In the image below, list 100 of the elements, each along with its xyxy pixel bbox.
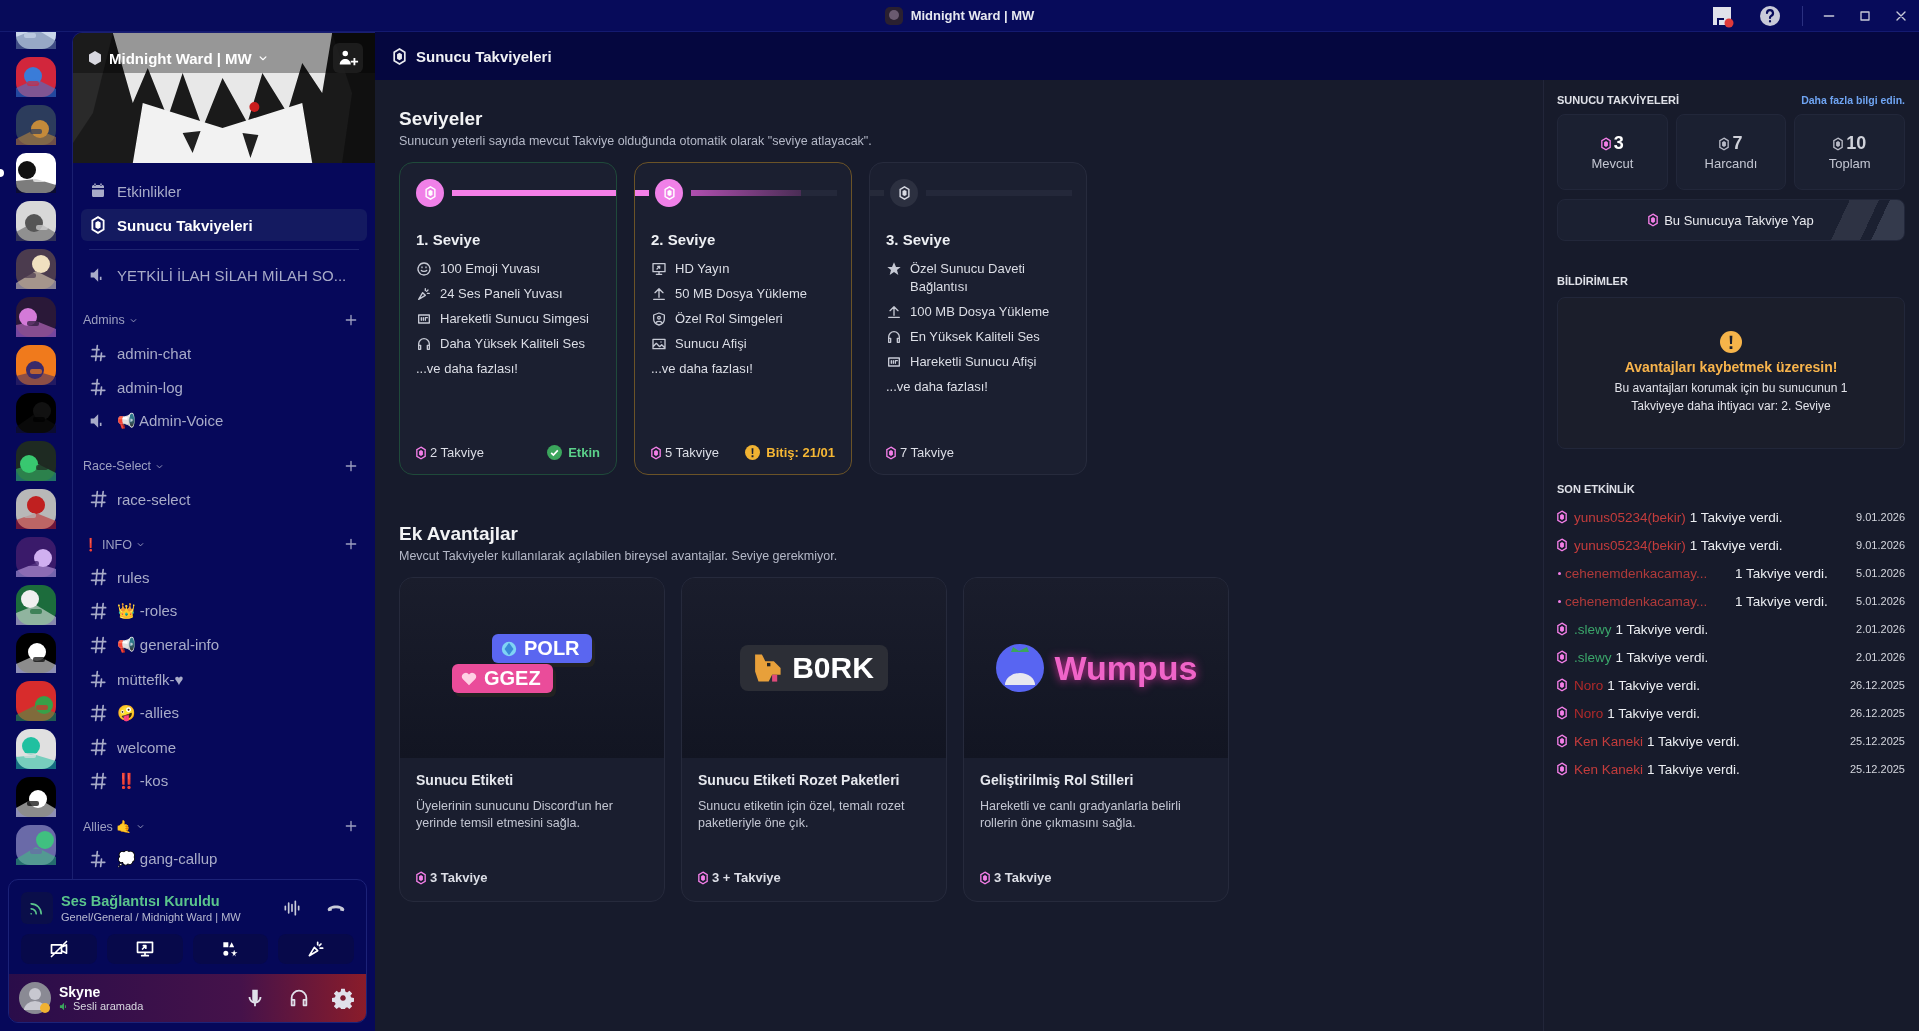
boost-server-button[interactable]: Bu Sunucuya Takviye Yap bbox=[1557, 199, 1905, 241]
notification-title: Avantajları kaybetmek üzeresin! bbox=[1624, 359, 1838, 375]
camera-button[interactable] bbox=[21, 934, 97, 964]
camera-off-icon bbox=[48, 939, 69, 959]
add-channel-icon[interactable] bbox=[343, 818, 359, 834]
channel-item[interactable]: race-select bbox=[81, 482, 367, 516]
channel-item[interactable]: 💭 gang-callup bbox=[81, 842, 367, 876]
voice-channel[interactable]: Genel/General / Midnight Ward | MW bbox=[61, 911, 266, 923]
tier-status: Bitiş: 21/01 bbox=[766, 445, 835, 460]
learn-more-link[interactable]: Daha fazla bilgi edin. bbox=[1801, 94, 1905, 106]
activity-text: 1 Takviye verdi. bbox=[1647, 761, 1740, 777]
boost-cost: 3 Takviye bbox=[430, 870, 488, 885]
server-icon[interactable] bbox=[16, 249, 56, 289]
server-icon[interactable] bbox=[16, 201, 56, 241]
activity-date: 26.12.2025 bbox=[1849, 707, 1905, 719]
channel-item[interactable]: 👑 -roles bbox=[81, 594, 367, 628]
boost-icon bbox=[651, 445, 661, 460]
perk-text: Daha Yüksek Kaliteli Ses bbox=[440, 335, 585, 353]
window-title: Midnight Ward | MW bbox=[910, 8, 1035, 23]
channel-item[interactable]: 📢 Admin-Voice bbox=[81, 404, 367, 438]
user-status: Sesli aramada bbox=[59, 1000, 144, 1012]
channel-item[interactable]: admin-log bbox=[81, 370, 367, 404]
channel-item[interactable]: 📢 general-info bbox=[81, 628, 367, 662]
soundboard-button[interactable] bbox=[278, 934, 354, 964]
server-icon[interactable] bbox=[16, 633, 56, 673]
category-header[interactable]: Allies 🤙 bbox=[83, 818, 132, 834]
settings-icon[interactable] bbox=[332, 987, 354, 1009]
boost-icon bbox=[1648, 213, 1659, 227]
headphones-icon bbox=[416, 336, 432, 352]
server-icon[interactable] bbox=[16, 729, 56, 769]
activity-date: 5.01.2026 bbox=[1856, 595, 1905, 607]
channel-item[interactable]: admin-chat bbox=[81, 336, 367, 370]
tier-title: 1. Seviye bbox=[416, 231, 482, 248]
server-icon[interactable] bbox=[16, 777, 56, 817]
upload-icon bbox=[886, 304, 902, 320]
channel-item[interactable]: welcome bbox=[81, 730, 367, 764]
server-icon[interactable] bbox=[16, 489, 56, 529]
category-header[interactable]: ❗ INFO bbox=[83, 536, 132, 552]
category-header[interactable]: Admins bbox=[83, 313, 125, 327]
inbox-icon[interactable] bbox=[1710, 4, 1734, 28]
add-channel-icon[interactable] bbox=[343, 312, 359, 328]
server-icon[interactable] bbox=[16, 825, 56, 865]
server-icon[interactable] bbox=[16, 153, 56, 193]
help-icon[interactable] bbox=[1758, 4, 1782, 28]
headphones-icon[interactable] bbox=[288, 987, 310, 1009]
avatar[interactable] bbox=[19, 982, 51, 1014]
calendar-icon bbox=[89, 182, 107, 200]
boost-cost: 7 Takviye bbox=[900, 445, 954, 460]
server-icon[interactable] bbox=[16, 441, 56, 481]
server-icon[interactable] bbox=[16, 585, 56, 625]
nav-item[interactable]: Sunucu Takviyeleri bbox=[81, 209, 367, 241]
activity-text: 1 Takviye verdi. bbox=[1615, 621, 1709, 637]
boost-icon bbox=[393, 47, 406, 65]
activity-date: 25.12.2025 bbox=[1849, 735, 1905, 747]
channel-item[interactable]: ‼ -kos bbox=[81, 764, 367, 798]
category-header[interactable]: Race-Select bbox=[83, 459, 152, 473]
activity-date: 9.01.2026 bbox=[1856, 511, 1905, 523]
user-name[interactable]: .slewy bbox=[1574, 621, 1612, 637]
server-icon[interactable] bbox=[16, 105, 56, 145]
stat-label: Toplam bbox=[1828, 156, 1871, 171]
boost-dot-icon bbox=[1558, 571, 1561, 575]
add-channel-icon[interactable] bbox=[343, 536, 359, 552]
invite-icon[interactable] bbox=[333, 43, 363, 73]
channel-item[interactable]: YETKİLİ İLAH SİLAH MİLAH SO... bbox=[81, 258, 367, 292]
nav-item[interactable]: Etkinlikler bbox=[81, 175, 367, 207]
voice-status[interactable]: Ses Bağlantısı Kuruldu bbox=[61, 893, 266, 909]
perk-text: Özel Sunucu Daveti Bağlantısı bbox=[910, 260, 1026, 296]
smile-icon bbox=[416, 261, 432, 277]
warning-icon bbox=[1720, 331, 1742, 353]
server-icon bbox=[884, 6, 903, 25]
gem-icon bbox=[500, 639, 518, 658]
activity-text: 1 Takviye verdi. bbox=[1735, 593, 1828, 609]
add-channel-icon[interactable] bbox=[343, 458, 359, 474]
screen-share-button[interactable] bbox=[106, 934, 183, 964]
server-icon[interactable] bbox=[16, 345, 56, 385]
notification-text: Bu avantajları korumak için bu sunucunun 1 Takviyeye daha ihtiyacı var: 2. Seviye bbox=[1613, 380, 1849, 415]
activity-date: 25.12.2025 bbox=[1849, 763, 1905, 775]
section-subtitle: Sunucun yeterli sayıda mevcut Takviye olduğunda otomatik olarak "seviye atlayacak". bbox=[399, 134, 873, 148]
upload-icon bbox=[651, 286, 667, 302]
channel-item[interactable]: rules bbox=[81, 560, 367, 594]
stat-value: 7 bbox=[1732, 133, 1743, 154]
boost-icon bbox=[1557, 678, 1567, 692]
server-icon[interactable] bbox=[16, 297, 56, 337]
section-subtitle: Mevcut Takviyeler kullanılarak açılabilen bireysel avantajlar. Seviye gerekmiyor. bbox=[399, 549, 839, 563]
perk-text: Hareketli Sunucu Simgesi bbox=[440, 310, 589, 328]
activity-date: 9.01.2026 bbox=[1856, 539, 1905, 551]
user-name[interactable]: .slewy bbox=[1574, 649, 1612, 665]
server-tag: B0RK bbox=[740, 645, 888, 691]
noise-suppression-icon[interactable] bbox=[282, 898, 302, 918]
server-icon[interactable] bbox=[16, 537, 56, 577]
activities-button[interactable] bbox=[192, 934, 269, 964]
perk-text: 24 Ses Paneli Yuvası bbox=[440, 285, 563, 303]
channel-item[interactable]: mütteflk-♥ bbox=[81, 662, 367, 696]
boost-dot-icon bbox=[1558, 599, 1561, 603]
perk-title: Geliştirilmiş Rol Stilleri bbox=[980, 772, 1135, 788]
stat-value: 3 bbox=[1613, 133, 1624, 154]
maximize-icon[interactable] bbox=[1857, 8, 1873, 24]
tier-title: 3. Seviye bbox=[886, 231, 952, 248]
activity-text: 1 Takviye verdi. bbox=[1607, 677, 1701, 693]
channel-item[interactable]: 🤪 -allies bbox=[81, 696, 367, 730]
